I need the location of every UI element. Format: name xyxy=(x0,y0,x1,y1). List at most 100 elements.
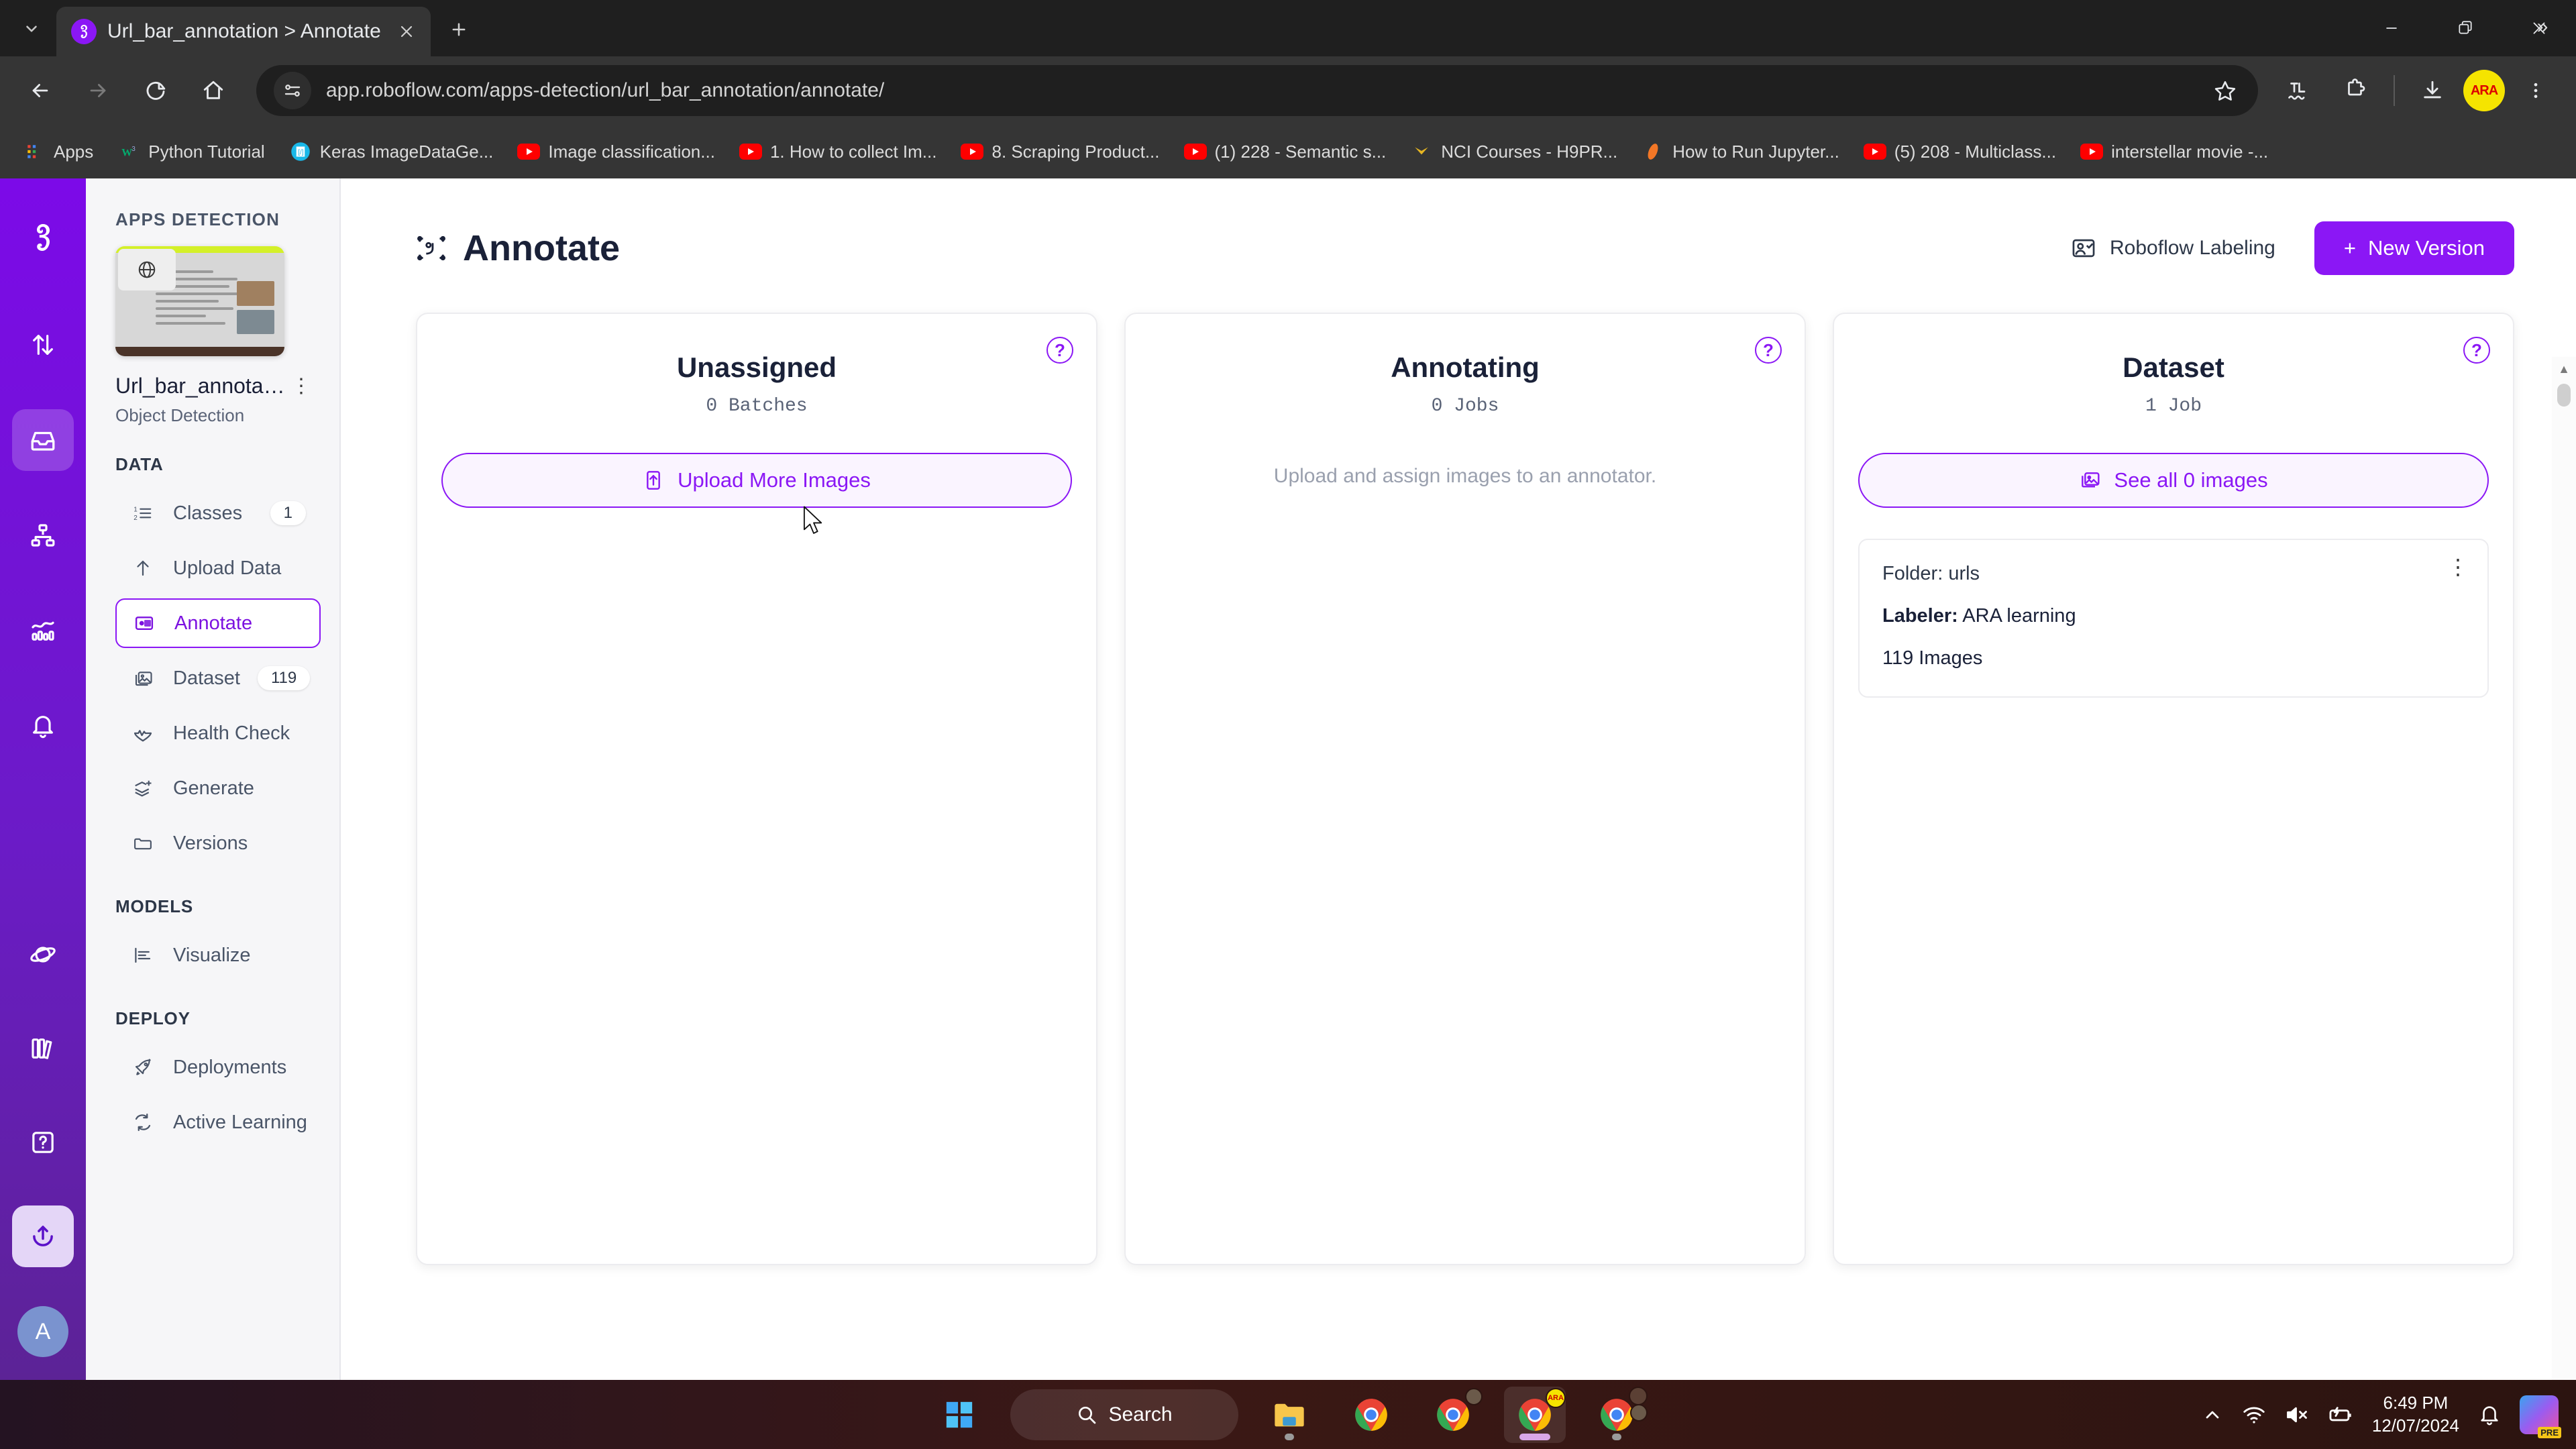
card-title: Annotating xyxy=(1391,352,1540,383)
bookmark-item[interactable]: [/] Keras ImageDataGe... xyxy=(278,131,504,172)
profile-avatar[interactable]: ARA xyxy=(2463,70,2505,111)
bookmark-item[interactable]: NCI Courses - H9PR... xyxy=(1399,131,1628,172)
taskbar-clock[interactable]: 6:49 PM 12/07/2024 xyxy=(2372,1392,2459,1438)
bookmark-item[interactable]: (5) 208 - Multiclass... xyxy=(1853,131,2067,172)
inbox-icon[interactable] xyxy=(12,409,74,471)
chrome-profile2-icon[interactable] xyxy=(1586,1386,1648,1443)
chrome-profile-icon[interactable] xyxy=(1422,1387,1484,1443)
close-icon[interactable] xyxy=(392,17,421,46)
taskbar-search[interactable]: Search xyxy=(1010,1389,1238,1440)
app-icon-rail: A xyxy=(0,178,86,1380)
job-labeler-name: ARA learning xyxy=(1962,605,2076,627)
transfer-icon[interactable] xyxy=(12,314,74,376)
address-bar[interactable]: app.roboflow.com/apps-detection/url_bar_… xyxy=(256,65,2258,116)
bookmark-item[interactable]: interstellar movie -... xyxy=(2070,131,2279,172)
sidebar-item-deployments[interactable]: Deployments xyxy=(115,1042,321,1092)
back-icon[interactable] xyxy=(13,64,67,117)
volume-muted-icon[interactable] xyxy=(2285,1403,2309,1427)
bookmark-item[interactable]: How to Run Jupyter... xyxy=(1631,131,1850,172)
bell-icon[interactable] xyxy=(12,695,74,757)
bookmark-item[interactable]: 1. How to collect Im... xyxy=(729,131,948,172)
sidebar-item-label: Versions xyxy=(173,832,248,854)
bookmarks-overflow-icon[interactable]: » xyxy=(2525,9,2560,44)
sidebar-item-health-check[interactable]: Health Check xyxy=(115,708,321,758)
file-explorer-icon[interactable] xyxy=(1258,1387,1320,1443)
tray-chevron-icon[interactable] xyxy=(2202,1404,2223,1426)
job-folder: Folder: urls xyxy=(1882,563,1980,584)
start-icon[interactable] xyxy=(928,1387,990,1443)
project-type: Object Detection xyxy=(115,405,245,425)
analytics-icon[interactable] xyxy=(12,600,74,661)
running-indicator xyxy=(1285,1433,1294,1440)
copilot-icon[interactable]: PRE xyxy=(2520,1395,2561,1438)
help-icon[interactable]: ? xyxy=(1046,337,1073,364)
chrome-ara-icon[interactable]: ARA xyxy=(1504,1386,1566,1443)
sidebar-item-generate[interactable]: Generate xyxy=(115,763,321,813)
nci-icon xyxy=(1410,140,1433,163)
reload-icon[interactable] xyxy=(129,64,182,117)
languagetool-extension-icon[interactable] xyxy=(2271,64,2325,117)
sidebar-item-versions[interactable]: Versions xyxy=(115,818,321,868)
clock-time: 6:49 PM xyxy=(2383,1392,2449,1413)
youtube-icon xyxy=(961,140,984,163)
browser-tab[interactable]: Url_bar_annotation > Annotate xyxy=(56,7,431,56)
svg-text:W: W xyxy=(121,147,132,159)
new-version-button[interactable]: + New Version xyxy=(2314,221,2514,275)
forward-icon[interactable] xyxy=(71,64,125,117)
site-settings-icon[interactable] xyxy=(274,72,311,109)
new-tab-button[interactable] xyxy=(439,9,479,50)
dataset-job-card[interactable]: ⋮ Folder: urls Labeler: ARA learning 119 Im… xyxy=(1858,539,2489,698)
universe-icon[interactable] xyxy=(12,924,74,985)
bookmark-item[interactable]: 8. Scraping Product... xyxy=(950,131,1170,172)
user-avatar[interactable]: A xyxy=(17,1306,68,1357)
extensions-puzzle-icon[interactable] xyxy=(2329,64,2383,117)
upload-icon[interactable] xyxy=(12,1205,74,1267)
roboflow-logo-icon[interactable] xyxy=(12,207,74,268)
card-action-label: Upload More Images xyxy=(678,468,871,492)
job-kebab-icon[interactable]: ⋮ xyxy=(2447,556,2469,577)
sidebar-item-dataset[interactable]: Dataset 119 xyxy=(115,653,321,703)
wifi-icon[interactable] xyxy=(2242,1403,2266,1427)
scrollbar-thumb[interactable] xyxy=(2557,384,2571,407)
bookmark-item[interactable]: Image classification... xyxy=(506,131,726,172)
card-action-button[interactable]: Upload More Images xyxy=(441,453,1072,508)
bookmark-item[interactable]: (1) 228 - Semantic s... xyxy=(1173,131,1397,172)
project-sidebar: APPS DETECTION Url_bar_annotati... ⋮ Obj… xyxy=(86,178,341,1380)
notification-bell-icon[interactable] xyxy=(2478,1403,2501,1426)
bookmark-item[interactable]: W 3 Python Tutorial xyxy=(107,131,275,172)
chrome-icon[interactable] xyxy=(1340,1387,1402,1443)
maximize-button[interactable] xyxy=(2428,0,2502,56)
bookmark-star-icon[interactable] xyxy=(2202,67,2249,114)
library-icon[interactable] xyxy=(12,1018,74,1079)
svg-text:2: 2 xyxy=(133,515,138,522)
home-icon[interactable] xyxy=(186,64,240,117)
tab-search-button[interactable] xyxy=(9,7,54,51)
sidebar-item-label: Generate xyxy=(173,777,254,799)
youtube-icon xyxy=(2080,140,2104,163)
sidebar-item-classes[interactable]: 1 2 Classes 1 xyxy=(115,488,321,538)
sidebar-item-visualize[interactable]: Visualize xyxy=(115,930,321,980)
project-kebab-icon[interactable]: ⋮ xyxy=(286,376,317,396)
annotate-card-dataset: ? Dataset 1 Job See all 0 images ⋮ Folder: ur… xyxy=(1833,313,2514,1265)
roboflow-labeling-button[interactable]: Roboflow Labeling xyxy=(2059,226,2288,270)
bookmark-item[interactable]: Apps xyxy=(12,131,104,172)
card-subtitle: 0 Jobs xyxy=(1431,396,1499,417)
sidebar-item-active-learning[interactable]: Active Learning xyxy=(115,1097,321,1147)
minimize-button[interactable] xyxy=(2355,0,2428,56)
sidebar-item-annotate[interactable]: Annotate xyxy=(115,598,321,648)
scroll-up-icon[interactable]: ▲ xyxy=(2552,357,2576,381)
battery-charging-icon[interactable] xyxy=(2328,1402,2353,1428)
youtube-icon xyxy=(517,140,541,163)
chrome-menu-icon[interactable] xyxy=(2509,64,2563,117)
help-icon[interactable] xyxy=(12,1112,74,1173)
workflow-icon[interactable] xyxy=(12,504,74,566)
help-icon[interactable]: ? xyxy=(1755,337,1782,364)
svg-text:[/]: [/] xyxy=(298,149,304,156)
bookmark-label: Apps xyxy=(54,141,94,162)
sidebar-item-upload-data[interactable]: Upload Data xyxy=(115,543,321,593)
card-action-button[interactable]: See all 0 images xyxy=(1858,453,2489,508)
folder-icon xyxy=(130,830,156,856)
page-scrollbar[interactable]: ▲ ▼ xyxy=(2552,357,2576,1380)
download-icon[interactable] xyxy=(2406,64,2459,117)
help-icon[interactable]: ? xyxy=(2463,337,2490,364)
